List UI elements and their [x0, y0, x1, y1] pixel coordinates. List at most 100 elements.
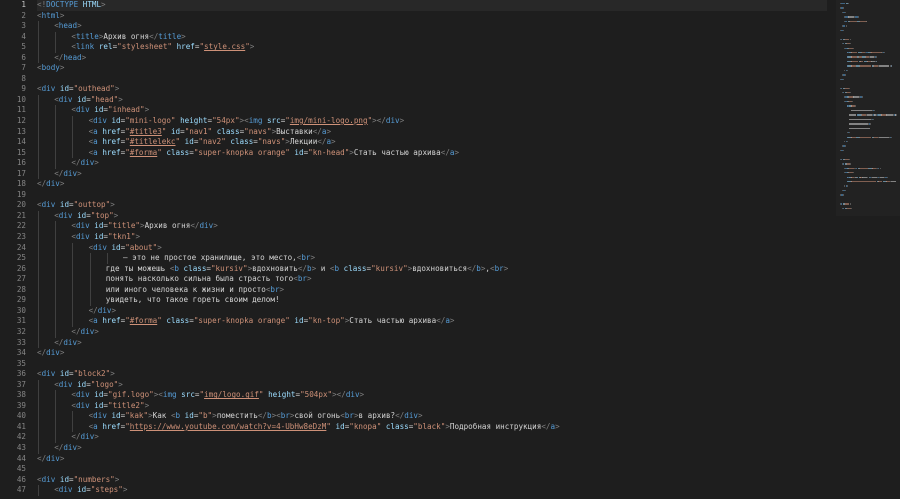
minimap-token — [875, 56, 877, 58]
code-line[interactable]: <div id="kak">Как <b id="b">поместить</b… — [37, 411, 827, 422]
indent-guide — [55, 42, 57, 53]
minimap-slider[interactable] — [836, 0, 900, 216]
code-line[interactable]: <title>Архив огня</title> — [37, 31, 827, 43]
code-line[interactable]: <div id="top"> — [37, 210, 827, 222]
minimap-token — [842, 194, 844, 196]
code-line[interactable]: <div id="block2"> — [37, 369, 827, 380]
code-token: div — [41, 369, 56, 379]
code-token: > — [110, 200, 115, 210]
indent-guide — [55, 242, 57, 254]
code-line[interactable]: <div id="outtop"> — [37, 200, 827, 211]
code-line[interactable]: <div id="logo"> — [37, 379, 827, 391]
code-line[interactable]: <div id="outhead"> — [37, 84, 827, 95]
code-line[interactable]: или иного человека к жизни и просто<br> — [37, 284, 827, 296]
code-line[interactable]: увидеть, что такое гореть своим делом! — [37, 295, 827, 306]
code-line[interactable]: </div> — [37, 179, 827, 190]
line-number: 13 — [16, 126, 26, 136]
code-token: — это не простое хранилище, это место, — [123, 253, 297, 263]
code-line[interactable]: <div id="tkn1"> — [37, 232, 827, 243]
code-line[interactable]: </div> — [37, 158, 827, 169]
code-token: DOCTYPE — [46, 0, 79, 9]
minimap-token — [860, 60, 864, 63]
code-line[interactable]: <div id="head"> — [37, 94, 827, 106]
code-token: "about" — [125, 242, 158, 252]
line-number: 32 — [16, 326, 26, 336]
code-line[interactable]: <div id="steps"> — [37, 485, 827, 496]
indent-guide — [55, 263, 57, 275]
code-line[interactable]: </div> — [37, 305, 827, 317]
code-token: "knopa" — [349, 421, 382, 431]
line-number: 21 — [16, 210, 26, 220]
code-token: id — [111, 116, 121, 126]
code-editor[interactable]: 1 2 3 4 5 6 7 8 9 10 11 12 13 14 15 16 17 18 19 20 21 22 23 24 2… — [0, 0, 900, 499]
code-token: div — [41, 84, 56, 94]
code-line[interactable]: </div> — [37, 442, 827, 454]
code-area[interactable]: <!DOCTYPE HTML> <html> <head> <title>Архив … — [37, 0, 827, 499]
code-token: #titlelekc — [129, 137, 176, 147]
code-line[interactable]: <!DOCTYPE HTML> — [37, 0, 827, 11]
minimap-token — [847, 185, 848, 187]
minimap-token — [848, 114, 857, 116]
minimap-token — [850, 43, 851, 45]
code-line[interactable]: <div id="title2"> — [37, 400, 827, 412]
code-line[interactable]: <div id="inhead"> — [37, 105, 827, 117]
code-line[interactable]: <div id="gif.logo"><img src="img/logo.gi… — [37, 390, 827, 401]
code-line[interactable] — [37, 464, 827, 475]
line-number: 44 — [16, 453, 26, 463]
code-line[interactable]: понять насколько сильна была страсть тог… — [37, 274, 827, 285]
code-token: </ — [257, 411, 268, 421]
code-line[interactable]: </div> — [37, 432, 827, 443]
code-line[interactable]: </head> — [37, 52, 827, 64]
code-token: div — [58, 379, 73, 389]
code-token: </ — [54, 337, 64, 347]
code-line[interactable]: — это не простое хранилище, это место,<b… — [37, 253, 827, 264]
minimap-token — [853, 47, 854, 49]
indent-guide — [38, 400, 39, 412]
indent-guide — [38, 31, 39, 43]
code-line[interactable]: где ты можешь <b class="kursiv">вдохнови… — [37, 263, 827, 275]
code-line[interactable]: <div id="numbers"> — [37, 475, 827, 486]
minimap-token — [858, 56, 862, 58]
code-line[interactable]: </div> — [37, 454, 827, 465]
minimap-token — [852, 100, 853, 103]
minimap-token — [857, 16, 859, 18]
code-token: div — [93, 242, 107, 252]
minimap-token — [866, 20, 867, 23]
code-line[interactable]: </div> — [37, 348, 827, 359]
code-token: head — [63, 52, 82, 62]
code-line[interactable] — [37, 74, 827, 85]
minimap[interactable] — [836, 0, 900, 499]
code-line[interactable]: <div id="title">Архив огня</div> — [37, 221, 827, 233]
indent-guide — [89, 253, 91, 264]
vertical-scrollbar[interactable] — [893, 0, 900, 499]
code-line[interactable] — [37, 359, 827, 370]
code-line[interactable] — [37, 190, 827, 201]
code-token: или иного человека к жизни и просто — [105, 284, 266, 294]
code-line[interactable]: </div> — [37, 326, 827, 338]
code-line[interactable]: </div> — [37, 168, 827, 180]
line-number: 33 — [16, 337, 26, 347]
code-line[interactable]: <a href="https://www.youtube.com/watch?v… — [37, 421, 827, 433]
indent-guide — [89, 284, 91, 296]
code-line[interactable]: <div id="mini-logo" height="54px"><img s… — [37, 116, 827, 127]
code-line[interactable]: <a href="#title3" id="nav1" class="navs"… — [37, 126, 827, 138]
code-token: src — [181, 390, 195, 400]
code-line[interactable]: </div> — [37, 337, 827, 349]
code-token: > — [118, 379, 123, 389]
code-token: img/mini-logo.png — [289, 116, 368, 126]
indent-guide — [72, 305, 74, 317]
code-line[interactable]: <div id="about"> — [37, 242, 827, 254]
code-line[interactable]: <body> — [37, 63, 827, 74]
minimap-token — [841, 3, 845, 5]
line-number: 17 — [16, 168, 26, 178]
code-line[interactable]: <a href="#titlelekc" id="nav2" class="na… — [37, 137, 827, 148]
code-line[interactable]: <html> — [37, 11, 827, 22]
code-line[interactable]: <head> — [37, 21, 827, 32]
line-number: 8 — [21, 73, 26, 83]
code-line[interactable]: <link rel="stylesheet" href="style.css"> — [37, 42, 827, 53]
indent-guide — [38, 337, 39, 349]
code-line[interactable]: <a href="#forma" class="super-knopka ora… — [37, 147, 827, 159]
code-token: > — [94, 158, 99, 168]
code-line[interactable]: <a href="#forma" class="super-knopka ora… — [37, 316, 827, 327]
indent-guide — [55, 284, 57, 296]
